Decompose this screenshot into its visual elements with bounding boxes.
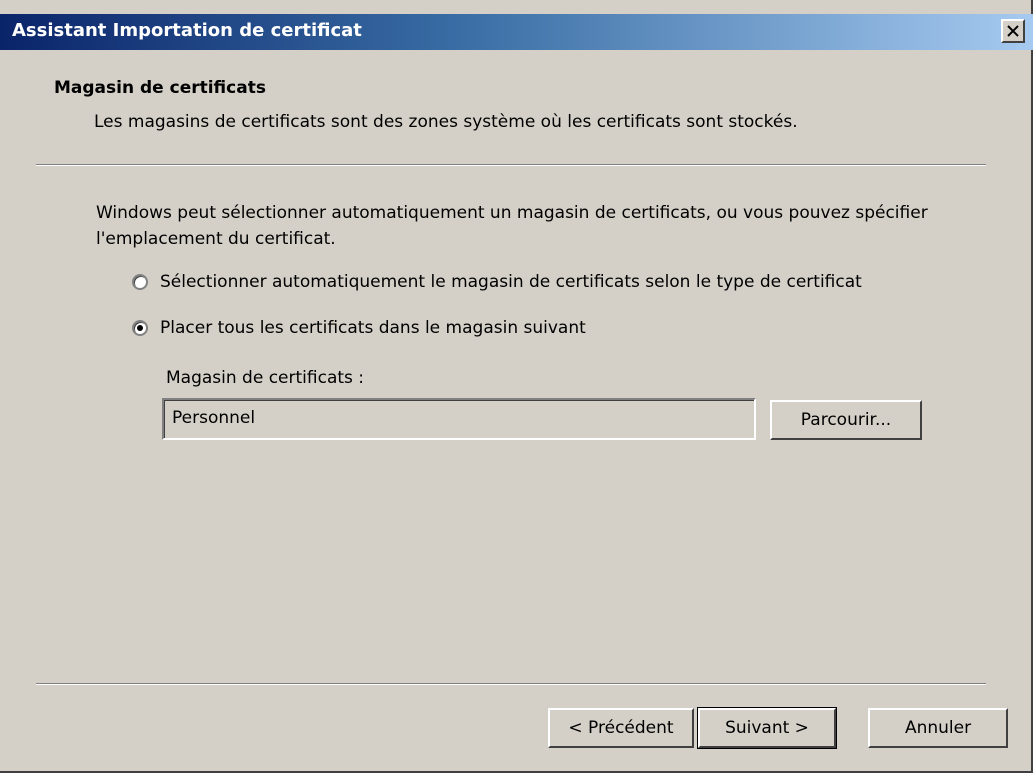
title-bar[interactable]: Assistant Importation de certificat (0, 14, 1033, 50)
certificate-import-wizard-window: Assistant Importation de certificat Maga… (0, 0, 1033, 773)
close-button[interactable] (1001, 19, 1025, 43)
radio-auto-select[interactable]: Sélectionner automatiquement le magasin … (132, 272, 862, 292)
header-divider (36, 164, 986, 166)
browse-button[interactable]: Parcourir... (770, 400, 922, 440)
radio-button-place[interactable] (132, 320, 148, 336)
window-title: Assistant Importation de certificat (12, 20, 362, 41)
cancel-button[interactable]: Annuler (868, 708, 1008, 748)
intro-text: Windows peut sélectionner automatiquemen… (96, 203, 928, 249)
page-title: Magasin de certificats (54, 78, 266, 98)
next-button[interactable]: Suivant > (697, 707, 837, 749)
back-button[interactable]: < Précédent (548, 708, 694, 748)
store-label: Magasin de certificats : (166, 368, 365, 388)
page-subtitle: Les magasins de certificats sont des zon… (94, 112, 798, 132)
close-icon (1007, 25, 1019, 37)
radio-place-in-store[interactable]: Placer tous les certificats dans le maga… (132, 318, 586, 338)
footer-divider (36, 683, 986, 685)
radio-label-auto: Sélectionner automatiquement le magasin … (160, 272, 862, 292)
radio-label-place: Placer tous les certificats dans le maga… (160, 318, 586, 338)
store-field[interactable]: Personnel (162, 398, 756, 440)
radio-button-auto[interactable] (132, 274, 148, 290)
